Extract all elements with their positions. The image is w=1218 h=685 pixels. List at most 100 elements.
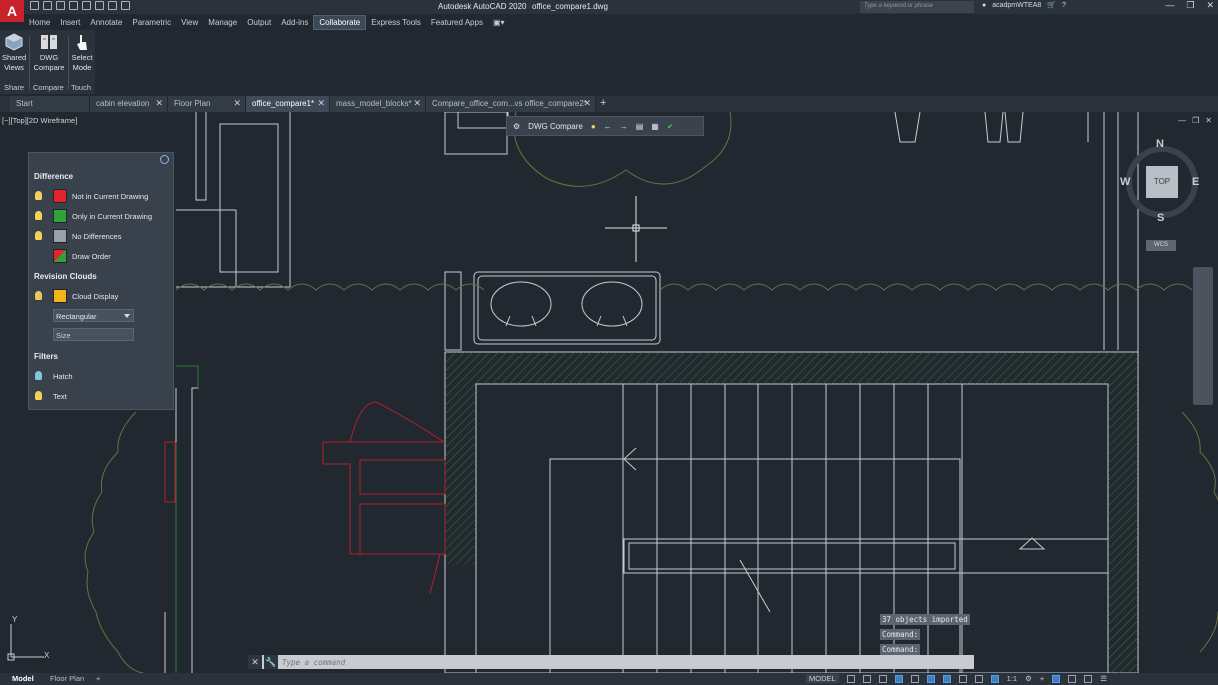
print-icon[interactable] <box>95 1 104 10</box>
new-icon[interactable] <box>30 1 39 10</box>
drawing-canvas[interactable]: Y X [−][Top][2D Wireframe] ⚙ DWG Compare… <box>0 112 1218 673</box>
workspace-gear-icon[interactable]: ⚙ <box>1025 674 1032 683</box>
visibility-bulb-icon[interactable] <box>35 211 42 220</box>
tab-featured-apps[interactable]: Featured Apps <box>426 16 488 29</box>
select-mode-button[interactable]: Select Mode <box>70 32 94 73</box>
add-layout-plus-icon[interactable]: + <box>96 674 100 683</box>
tab-view[interactable]: View <box>176 16 203 29</box>
tab-express-tools[interactable]: Express Tools <box>366 16 426 29</box>
save-as-icon[interactable] <box>69 1 78 10</box>
compass-north[interactable]: N <box>1156 138 1164 150</box>
previous-arrow-icon[interactable]: ← <box>604 122 612 131</box>
model-space-toggle[interactable]: MODEL <box>806 674 839 683</box>
viewcube[interactable]: N S W E TOP <box>1120 138 1202 240</box>
save-icon[interactable] <box>56 1 65 10</box>
snapshot-icon[interactable]: ▦ <box>651 122 659 131</box>
compass-west[interactable]: W <box>1120 176 1130 188</box>
viewport-restore-icon[interactable]: ❐ <box>1192 116 1199 125</box>
annotation-scale[interactable]: 1:1 <box>1007 674 1017 683</box>
done-check-icon[interactable]: ✔ <box>667 122 674 131</box>
doc-tab-floor-plan[interactable]: Floor Plan ✕ <box>168 96 246 112</box>
cloud-color-swatch[interactable] <box>53 289 67 303</box>
color-swatch[interactable] <box>53 229 67 243</box>
visibility-bulb-icon[interactable] <box>35 371 42 380</box>
navigation-bar[interactable] <box>1193 267 1213 405</box>
tab-annotate[interactable]: Annotate <box>85 16 127 29</box>
doc-tab-compare-result[interactable]: Compare_office_com...vs office_compare2*… <box>426 96 596 112</box>
close-icon[interactable]: ✕ <box>1206 0 1214 11</box>
close-tab-icon[interactable]: ✕ <box>233 98 241 109</box>
help-icon[interactable]: ? <box>1062 2 1066 9</box>
tab-output[interactable]: Output <box>242 16 276 29</box>
compass-east[interactable]: E <box>1192 176 1199 188</box>
close-tab-icon[interactable]: ✕ <box>155 98 163 109</box>
visibility-bulb-icon[interactable] <box>35 191 42 200</box>
close-tab-icon[interactable]: ✕ <box>583 98 591 109</box>
visibility-bulb-icon[interactable] <box>35 231 42 240</box>
object-snap-tracking-icon[interactable] <box>926 674 935 683</box>
username[interactable]: acadpmWTEA8 <box>992 2 1041 9</box>
layout-tab-floor-plan[interactable]: Floor Plan <box>50 674 84 683</box>
doc-tab-cabin-elevation[interactable]: cabin elevation ✕ <box>90 96 168 112</box>
plot-icon[interactable] <box>82 1 91 10</box>
command-input[interactable] <box>282 657 962 667</box>
cloud-shape-dropdown[interactable]: Rectangular <box>53 309 134 322</box>
doc-tab-start[interactable]: Start <box>10 96 90 112</box>
viewport-minimize-icon[interactable]: — <box>1178 116 1186 125</box>
tab-parametric[interactable]: Parametric <box>127 16 176 29</box>
close-command-line-icon[interactable]: ✕ <box>248 655 262 669</box>
doc-tab-mass-model-blocks[interactable]: mass_model_blocks* ✕ <box>330 96 426 112</box>
polar-tracking-icon[interactable] <box>894 674 903 683</box>
compare-settings-icon[interactable]: ⚙ <box>513 122 520 131</box>
new-tab-plus-icon[interactable]: + <box>600 97 606 109</box>
cloud-size-input[interactable]: Size <box>53 328 134 341</box>
customization-menu-icon[interactable]: ☰ <box>1100 674 1107 683</box>
redo-icon[interactable] <box>121 1 130 10</box>
compass-south[interactable]: S <box>1157 212 1164 224</box>
color-swatch[interactable] <box>53 189 67 203</box>
grid-icon[interactable] <box>846 674 855 683</box>
customize-wrench-icon[interactable]: 🔧 <box>264 655 278 669</box>
ortho-icon[interactable] <box>878 674 887 683</box>
layout-tab-model[interactable]: Model <box>12 674 34 683</box>
close-tab-icon[interactable]: ✕ <box>317 98 325 109</box>
viewport-close-icon[interactable]: ✕ <box>1205 116 1212 125</box>
tab-manage[interactable]: Manage <box>203 16 242 29</box>
plus-icon[interactable]: + <box>1040 674 1044 683</box>
clean-screen-icon[interactable] <box>1084 674 1093 683</box>
visibility-bulb-icon[interactable] <box>35 291 42 300</box>
viewcube-top-face[interactable]: TOP <box>1146 166 1178 198</box>
draw-order-swatch[interactable] <box>53 249 67 263</box>
tab-insert[interactable]: Insert <box>55 16 85 29</box>
snap-icon[interactable] <box>862 674 871 683</box>
tab-home[interactable]: Home <box>24 16 55 29</box>
lineweight-icon[interactable] <box>958 674 967 683</box>
shared-views-button[interactable]: Shared Views <box>2 32 26 73</box>
tab-collaborate[interactable]: Collaborate <box>313 14 367 30</box>
object-snap-icon[interactable] <box>942 674 951 683</box>
isolate-objects-icon[interactable] <box>1052 674 1061 683</box>
undo-icon[interactable] <box>108 1 117 10</box>
import-objects-icon[interactable]: ▤ <box>636 122 644 131</box>
application-menu-button[interactable]: A <box>0 0 24 22</box>
close-tab-icon[interactable]: ✕ <box>413 98 421 109</box>
visibility-bulb-icon[interactable] <box>35 391 42 400</box>
next-arrow-icon[interactable]: → <box>620 122 628 131</box>
annotation-visibility-icon[interactable] <box>990 674 999 683</box>
transparency-icon[interactable] <box>974 674 983 683</box>
help-search-input[interactable]: Type a keyword or phrase <box>860 1 974 13</box>
minimize-icon[interactable]: — <box>1165 0 1174 11</box>
restore-icon[interactable]: ❐ <box>1186 0 1194 11</box>
cart-icon[interactable]: 🛒 <box>1047 1 1056 9</box>
isodraft-icon[interactable] <box>910 674 919 683</box>
wcs-menu[interactable]: WCS <box>1146 240 1176 251</box>
open-icon[interactable] <box>43 1 52 10</box>
viewport-controls[interactable]: [−][Top][2D Wireframe] <box>2 116 77 125</box>
doc-tab-office-compare1[interactable]: office_compare1* ✕ <box>246 96 330 112</box>
ribbon-options-icon[interactable]: ▣▾ <box>488 16 510 29</box>
color-swatch[interactable] <box>53 209 67 223</box>
pin-icon[interactable] <box>160 155 169 164</box>
bulb-icon[interactable]: ● <box>591 122 596 131</box>
tab-add-ins[interactable]: Add-ins <box>276 16 313 29</box>
dwg-compare-button[interactable]: DWG Compare <box>32 32 66 73</box>
